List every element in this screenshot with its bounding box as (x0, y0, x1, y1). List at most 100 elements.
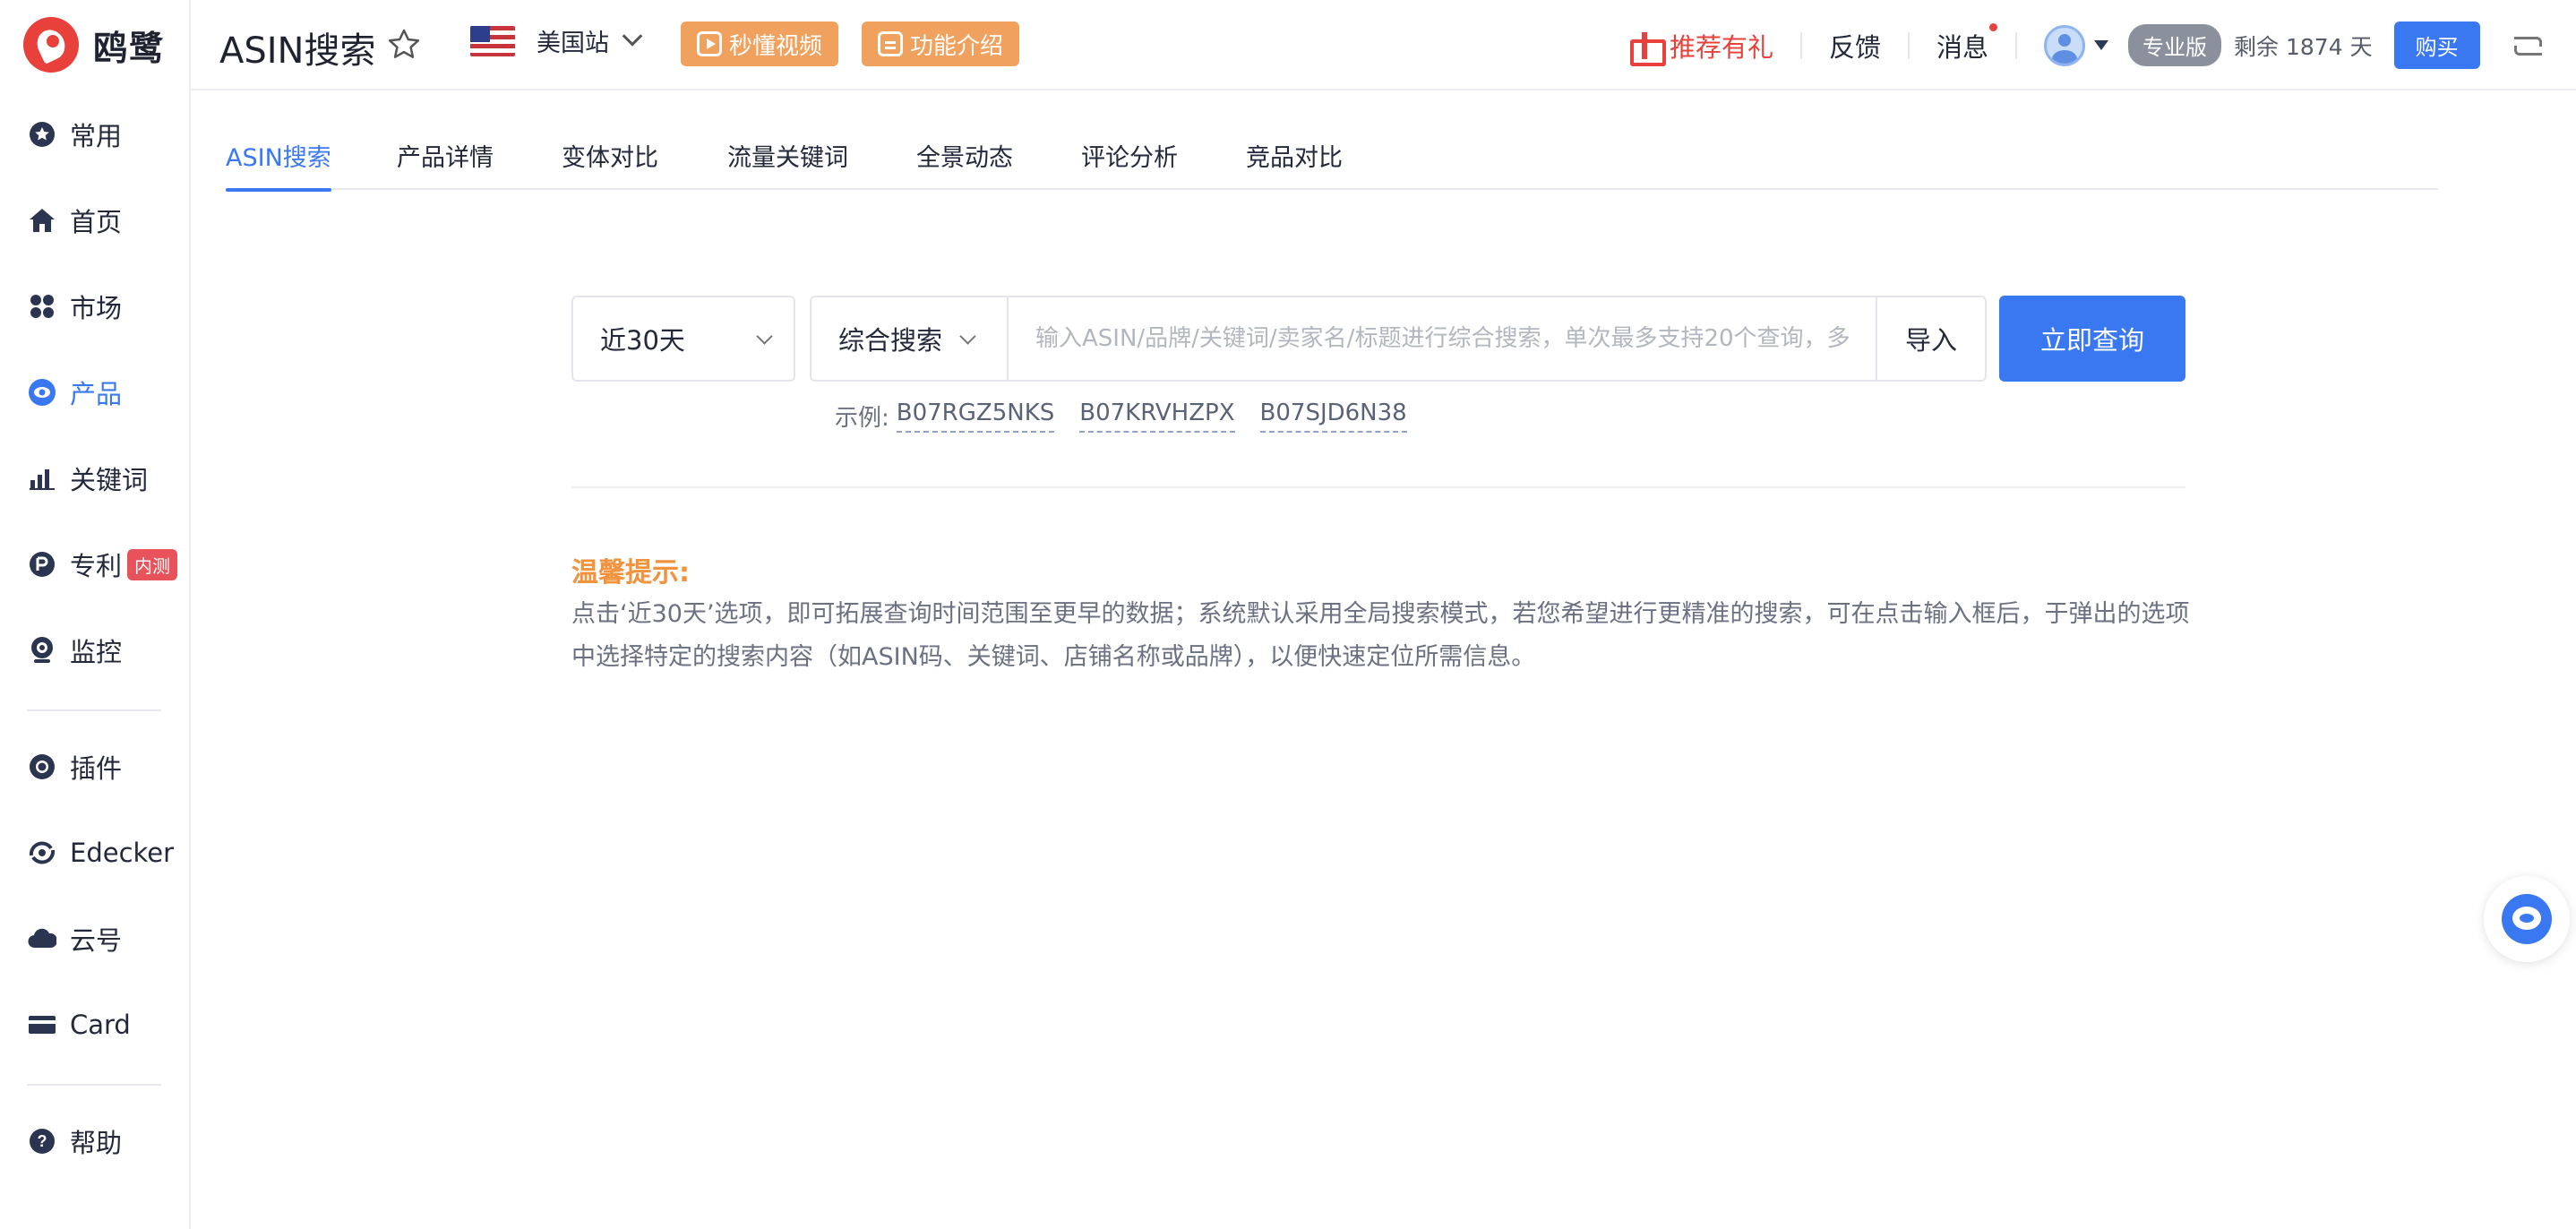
sidebar-item-keywords[interactable]: 关键词 (27, 453, 148, 503)
sidebar-item-label: 市场 (70, 293, 123, 323)
clipboard-icon (878, 31, 903, 56)
caret-down-icon[interactable] (2094, 40, 2109, 50)
sidebar-item-patent[interactable]: 专利 内测 (27, 539, 178, 589)
remaining-days: 剩余 1874 天 (2234, 33, 2373, 60)
chrome-icon (27, 752, 57, 782)
swap-icon[interactable] (2512, 33, 2543, 58)
webcam-icon (27, 635, 57, 666)
app-logo[interactable]: 鸥鹭 (23, 16, 165, 73)
referral-link[interactable]: 推荐有礼 (1630, 27, 1774, 66)
sidebar-item-label: Edecker (70, 838, 175, 868)
sidebar-item-label: Card (70, 1010, 131, 1040)
sidebar-item-label: 关键词 (70, 465, 149, 495)
search-input[interactable] (1009, 297, 1876, 380)
import-button[interactable]: 导入 (1876, 297, 1985, 380)
tip-title: 温馨提示: (571, 557, 690, 589)
content-divider (571, 486, 2185, 488)
intro-button-label: 功能介绍 (910, 32, 1004, 60)
tab-competitor-compare[interactable]: 竞品对比 (1246, 138, 1343, 190)
sidebar-item-label: 云号 (70, 925, 123, 956)
chevron-down-icon (622, 25, 643, 47)
tab-product-detail[interactable]: 产品详情 (397, 138, 494, 190)
edecker-icon (27, 838, 57, 868)
sidebar-divider (27, 709, 161, 711)
sidebar-item-label: 插件 (70, 753, 123, 784)
tab-review-analysis[interactable]: 评论分析 (1081, 138, 1178, 190)
sidebar-item-common[interactable]: 常用 (27, 109, 122, 159)
example-list: 示例: B07RGZ5NKS B07KRVHZPX B07SJD6N38 (835, 400, 1425, 433)
sidebar-item-home[interactable]: 首页 (27, 195, 122, 245)
sidebar-item-edecker[interactable]: Edecker (27, 828, 174, 878)
sidebar-item-help[interactable]: ? 帮助 (27, 1116, 122, 1166)
user-avatar[interactable] (2044, 24, 2086, 66)
bar-chart-icon (27, 463, 57, 494)
messages-link[interactable]: 消息 (1936, 22, 1998, 64)
chevron-down-icon (959, 327, 976, 345)
us-flag-icon (470, 25, 515, 56)
buy-button[interactable]: 购买 (2393, 21, 2480, 69)
unread-dot (1989, 22, 1998, 31)
example-asin-link[interactable]: B07RGZ5NKS (896, 400, 1055, 433)
sidebar-item-cloud[interactable]: 云号 (27, 914, 122, 964)
examples-label: 示例: (835, 405, 889, 432)
logo-text: 鸥鹭 (93, 28, 166, 68)
sidebar-item-label: 帮助 (70, 1128, 123, 1158)
search-box: 综合搜索 导入 (810, 296, 1987, 382)
header-divider (1908, 31, 1911, 59)
referral-label: 推荐有礼 (1670, 31, 1774, 63)
favorite-star-icon[interactable] (386, 27, 422, 63)
tab-variant-compare[interactable]: 变体对比 (562, 138, 658, 190)
gift-icon (1630, 31, 1666, 66)
beta-badge: 内测 (127, 548, 178, 580)
intro-button[interactable]: 功能介绍 (862, 21, 1020, 66)
customer-support-button[interactable] (2484, 876, 2570, 962)
home-icon (27, 205, 57, 236)
tab-traffic-keywords[interactable]: 流量关键词 (727, 138, 848, 190)
sidebar-divider (27, 1084, 161, 1086)
sidebar-item-product[interactable]: 产品 (27, 367, 122, 417)
site-selector[interactable]: 美国站 (470, 23, 643, 58)
eye-icon (27, 377, 57, 408)
headset-icon (2502, 894, 2552, 944)
chevron-down-icon (756, 327, 773, 345)
feedback-link[interactable]: 反馈 (1829, 27, 1881, 64)
sidebar-item-market[interactable]: 市场 (27, 281, 122, 331)
tip-text: 点击‘近30天’选项，即可拓展查询时间范围至更早的数据；系统默认采用全局搜索模式… (571, 600, 2190, 671)
sidebar-item-label: 专利 (70, 551, 123, 581)
date-range-value: 近30天 (600, 325, 685, 356)
date-range-select[interactable]: 近30天 (571, 296, 795, 382)
header-divider (2015, 31, 2018, 59)
sidebar-item-label: 产品 (70, 379, 123, 409)
sidebar-item-plugin[interactable]: 插件 (27, 742, 122, 792)
cloud-icon (27, 924, 57, 954)
messages-label: 消息 (1936, 31, 1989, 63)
sidebar-item-label: 常用 (70, 121, 123, 151)
plan-badge: 专业版 (2128, 24, 2222, 66)
video-button[interactable]: 秒懂视频 (681, 21, 839, 66)
card-icon (27, 1010, 57, 1040)
sidebar: 鸥鹭 常用 首页 市场 产品 关键词 专利 内测 监控 插件 Edecker 云… (0, 0, 191, 1229)
header-right: 推荐有礼 反馈 消息 专业版 剩余 1874 天 购买 (1630, 0, 2543, 90)
video-button-label: 秒懂视频 (729, 32, 823, 60)
header-divider (1800, 31, 1803, 59)
search-mode-value: 综合搜索 (838, 325, 943, 356)
sidebar-item-card[interactable]: Card (27, 1000, 131, 1050)
sidebar-item-monitor[interactable]: 监控 (27, 625, 122, 675)
query-button[interactable]: 立即查询 (1999, 296, 2185, 382)
play-icon (697, 31, 722, 56)
site-label: 美国站 (537, 30, 609, 57)
example-asin-link[interactable]: B07KRVHZPX (1079, 400, 1235, 433)
tab-panorama[interactable]: 全景动态 (916, 138, 1013, 190)
top-header: ASIN搜索 美国站 秒懂视频 功能介绍 推荐有礼 反馈 消息 专业版 剩余 1… (191, 0, 2576, 90)
help-icon: ? (27, 1126, 57, 1156)
sidebar-item-label: 监控 (70, 637, 123, 667)
grid-icon (27, 291, 57, 322)
tab-asin-search[interactable]: ASIN搜索 (226, 138, 331, 192)
star-badge-icon (27, 119, 57, 150)
search-mode-select[interactable]: 综合搜索 (811, 297, 1009, 380)
svg-text:?: ? (38, 1132, 47, 1150)
example-asin-link[interactable]: B07SJD6N38 (1259, 400, 1407, 433)
page-title: ASIN搜索 (219, 30, 376, 72)
tab-bar: ASIN搜索 产品详情 变体对比 流量关键词 全景动态 评论分析 竞品对比 (226, 125, 2438, 192)
logo-bird-icon (23, 17, 79, 73)
